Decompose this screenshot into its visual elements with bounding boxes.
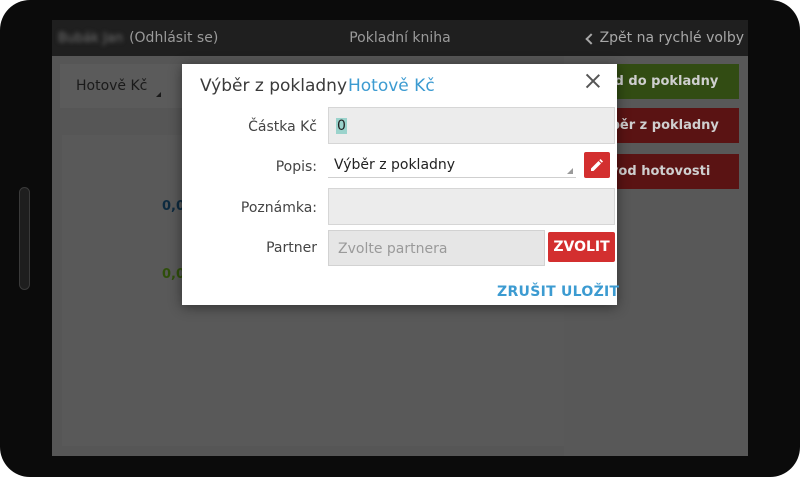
dialog-subtitle: Hotově Kč: [348, 76, 435, 96]
chevron-left-icon: [584, 32, 597, 45]
back-to-quick-options[interactable]: Zpět na rychlé volby: [584, 30, 744, 46]
pencil-icon: [591, 159, 603, 171]
app-topbar: Bubák Jan (Odhlásit se) Pokladní kniha Z…: [52, 20, 748, 56]
partner-placeholder: Zvolte partnera: [338, 241, 448, 257]
amount-label: Částka Kč: [248, 119, 317, 135]
currency-filter-value: Hotově Kč: [76, 78, 148, 94]
currency-filter-select[interactable]: Hotově Kč: [76, 78, 161, 97]
dialog-title: Výběr z pokladny: [200, 76, 348, 96]
partner-label: Partner: [266, 240, 317, 256]
close-icon[interactable]: [583, 71, 603, 91]
edit-description-button[interactable]: [584, 152, 610, 178]
note-input[interactable]: [328, 188, 615, 225]
save-button[interactable]: ULOŽIT: [561, 284, 619, 300]
cancel-button[interactable]: ZRUŠIT: [497, 284, 556, 300]
withdrawal-dialog: Výběr z pokladny Hotově Kč Částka Kč 0 P…: [182, 64, 619, 305]
dropdown-arrow-icon: [156, 92, 161, 97]
back-label: Zpět na rychlé volby: [599, 30, 744, 46]
partner-field[interactable]: Zvolte partnera: [328, 230, 545, 266]
tablet-bezel: Bubák Jan (Odhlásit se) Pokladní kniha Z…: [0, 0, 800, 477]
amount-input[interactable]: 0: [328, 107, 615, 144]
description-select[interactable]: Výběr z pokladny: [328, 150, 576, 178]
side-button: [19, 187, 30, 290]
note-label: Poznámka:: [240, 200, 317, 216]
dropdown-arrow-icon: [567, 168, 573, 174]
choose-partner-button[interactable]: ZVOLIT: [548, 232, 615, 262]
description-label: Popis:: [275, 159, 317, 175]
amount-value: 0: [336, 118, 347, 134]
description-value: Výběr z pokladny: [334, 157, 456, 173]
